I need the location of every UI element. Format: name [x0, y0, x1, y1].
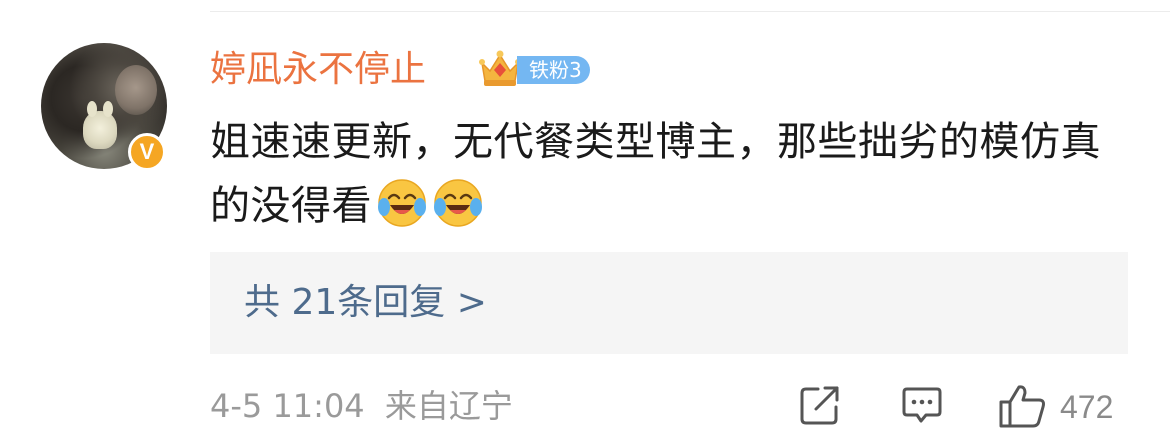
like-button[interactable]: 472	[998, 383, 1133, 429]
replies-box[interactable]: 共 21条回复 >	[210, 252, 1128, 354]
laugh-cry-emoji	[378, 179, 426, 227]
comment-meta: 4-5 11:04 来自辽宁	[210, 386, 513, 426]
view-replies-link[interactable]: 共 21条回复 >	[244, 281, 487, 325]
username[interactable]: 婷凪永不停止	[210, 48, 426, 92]
laugh-cry-emoji	[434, 179, 482, 227]
avatar-face	[115, 65, 157, 115]
comment-button[interactable]	[900, 383, 944, 429]
comment-icon	[902, 387, 942, 423]
comment-date: 4-5 11:04	[210, 387, 365, 425]
fan-badge[interactable]: 铁粉3	[477, 47, 590, 89]
comment-location: 来自辽宁	[384, 387, 513, 425]
fan-badge-label: 铁粉3	[517, 56, 590, 84]
share-icon	[800, 386, 839, 425]
share-button[interactable]	[798, 383, 842, 429]
avatar-toy	[83, 101, 117, 149]
comment-body: 姐速速更新，无代餐类型博主，那些拙劣的模仿真的没得看	[210, 119, 1101, 229]
top-divider	[210, 11, 1170, 12]
verified-badge: V	[128, 133, 166, 171]
comment-text: 姐速速更新，无代餐类型博主，那些拙劣的模仿真的没得看	[210, 110, 1140, 238]
like-count: 472	[1060, 389, 1114, 425]
like-icon	[999, 385, 1045, 428]
